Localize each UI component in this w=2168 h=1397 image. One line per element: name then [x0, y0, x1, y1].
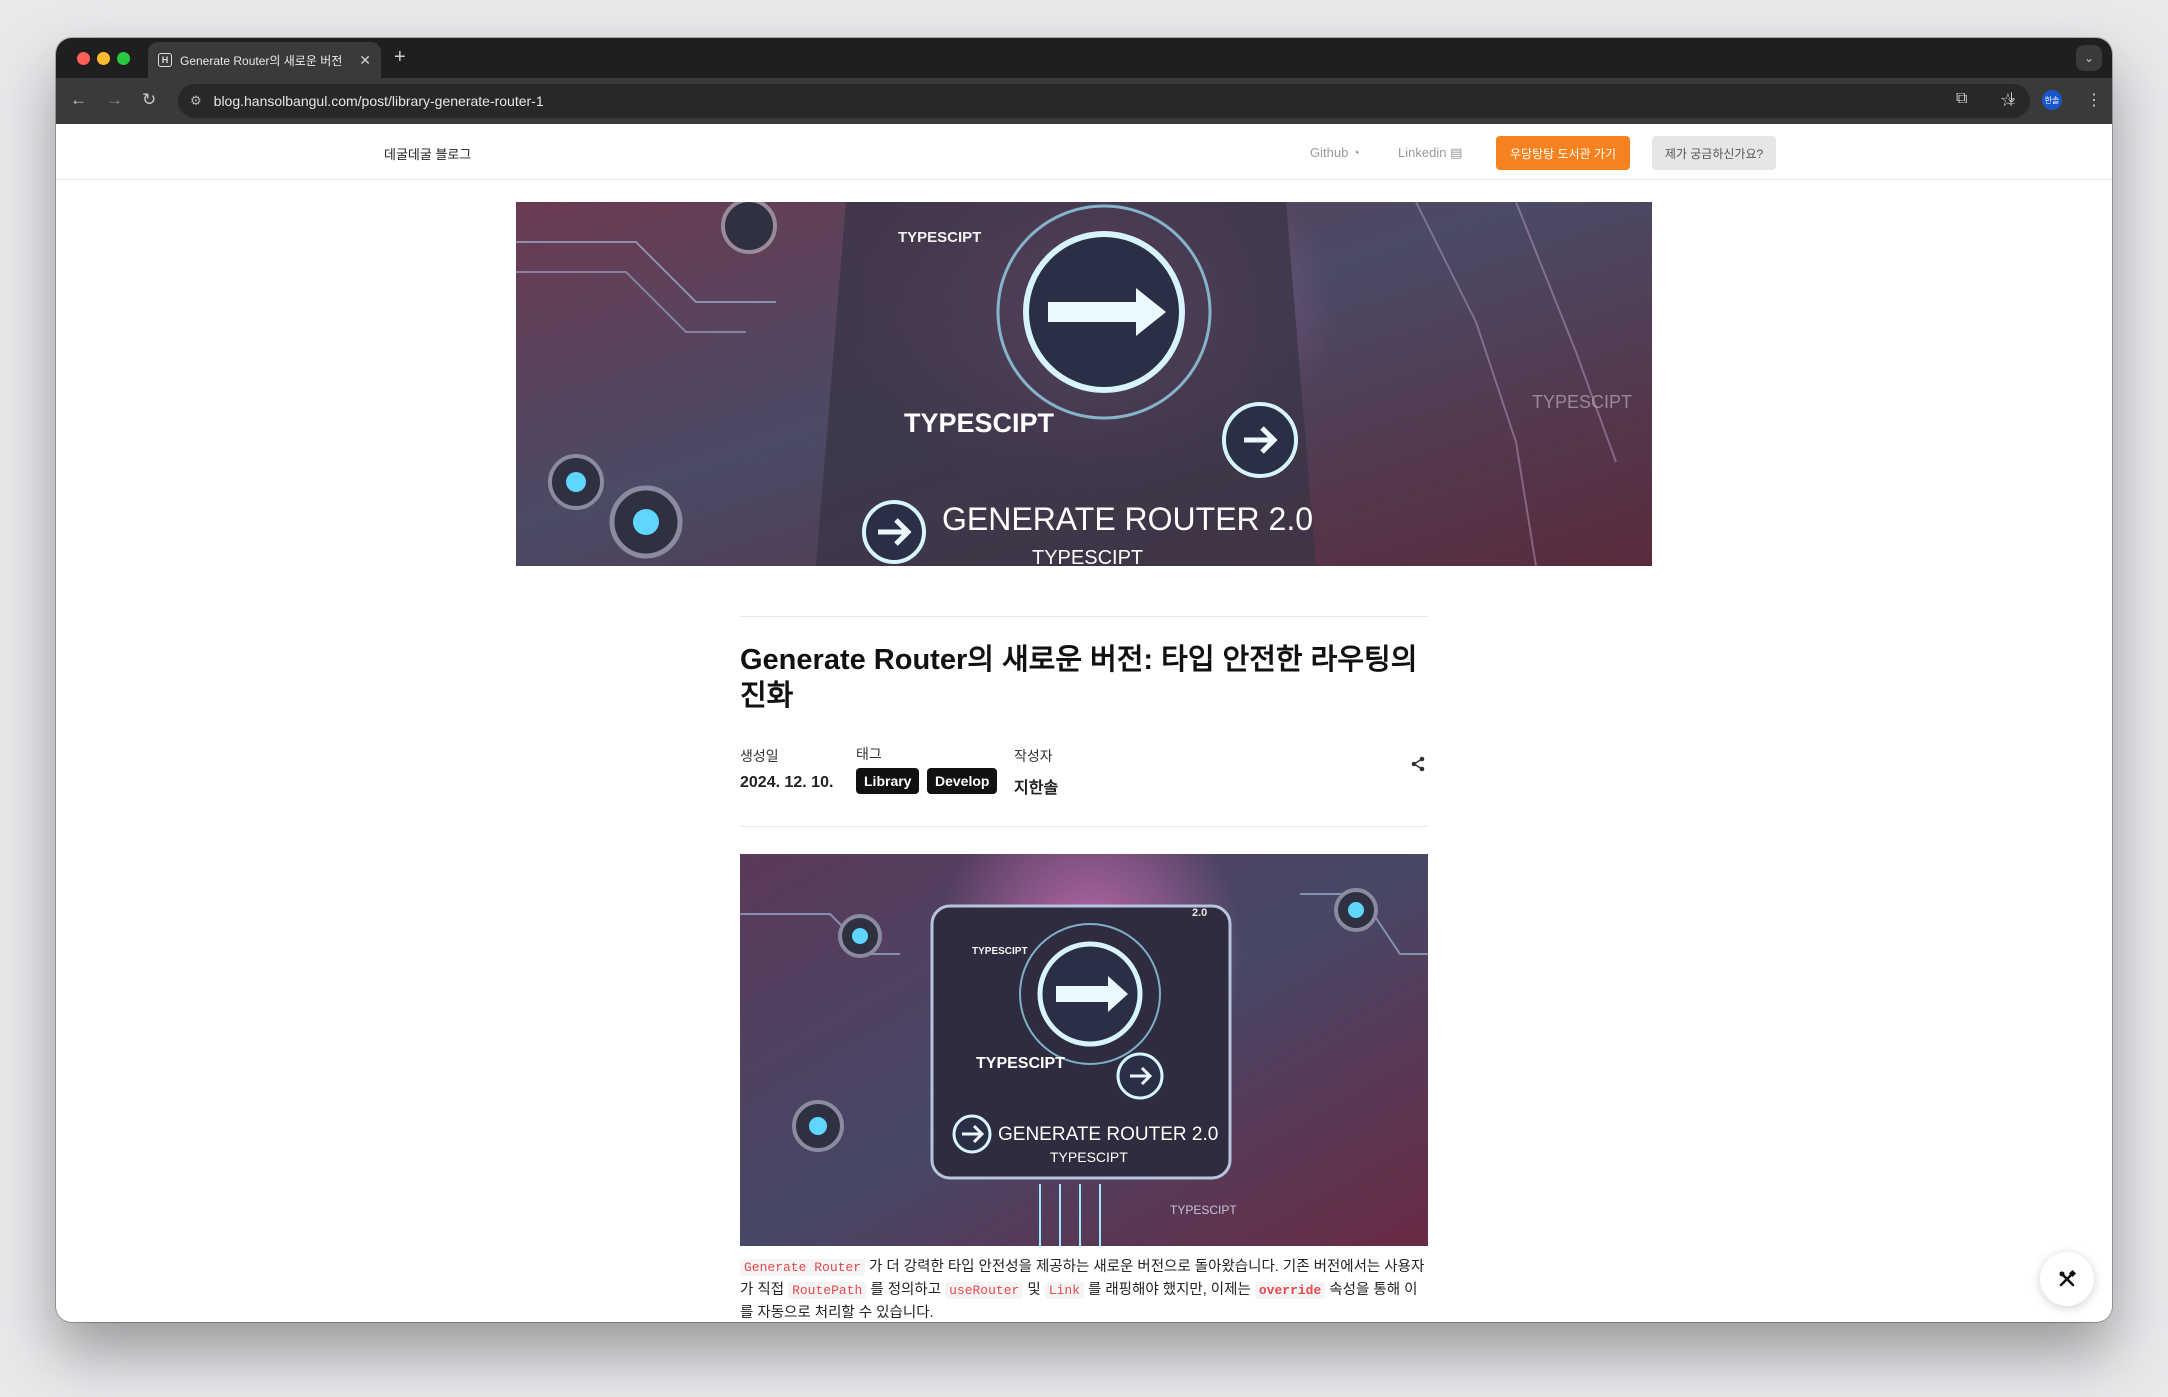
blog-brand-link[interactable]: 데굴데굴 블로그: [384, 144, 471, 163]
reload-icon[interactable]: ↻: [142, 90, 156, 110]
site-settings-icon[interactable]: ⚙: [190, 93, 202, 109]
code-generate-router: Generate Router: [740, 1259, 866, 1276]
tools-fab-button[interactable]: [2040, 1252, 2094, 1306]
content-image-text-3: GENERATE ROUTER 2.0: [998, 1124, 1218, 1145]
hero-image: TYPESCIPT TYPESCIPT GENERATE ROUTER 2.0 …: [516, 202, 1652, 566]
content-image-text-4: TYPESCIPT: [1050, 1149, 1128, 1165]
hero-text-1: TYPESCIPT: [898, 229, 981, 246]
profile-avatar[interactable]: 한솔: [2042, 90, 2062, 110]
post-intro-paragraph: Generate Router 가 더 강력한 타입 안전성을 제공하는 새로운…: [740, 1256, 1428, 1322]
github-label: Github: [1310, 145, 1349, 160]
browser-toolbar: ← → ↻ ⚙ blog.hansolbangul.com/post/libra…: [56, 78, 2112, 124]
hero-text-3: GENERATE ROUTER 2.0: [942, 501, 1313, 537]
title-top-divider: [740, 616, 1428, 617]
meta-bottom-divider: [740, 826, 1428, 827]
browser-window: H Generate Router의 새로운 버전 ✕ + ⌄ ← → ↻ ⚙ …: [56, 38, 2112, 1322]
tab-close-icon[interactable]: ✕: [359, 52, 371, 69]
forward-icon[interactable]: →: [106, 90, 123, 110]
tab-title: Generate Router의 새로운 버전: [180, 53, 343, 68]
share-icon[interactable]: [1410, 756, 1426, 772]
content-image-text-1: TYPESCIPT: [972, 946, 1028, 957]
browser-menu-icon[interactable]: ⋮: [2086, 90, 2102, 110]
content-image-text-5: TYPESCIPT: [1170, 1203, 1237, 1217]
code-link: Link: [1044, 1282, 1084, 1299]
intro-text-2: 를 정의하고: [866, 1282, 946, 1298]
github-icon: ◔: [1351, 145, 1360, 160]
web-page: 데굴데굴 블로그 Github ◔ Linkedin ▤ 우당탕탕 도서관 가기…: [56, 124, 2112, 1322]
extensions-icon[interactable]: ⧉: [1956, 90, 1967, 108]
tag-library[interactable]: Library: [856, 768, 920, 794]
library-button[interactable]: 우당탕탕 도서관 가기: [1496, 136, 1630, 170]
created-label: 생성일: [740, 748, 779, 764]
linkedin-icon: ▤: [1450, 145, 1463, 160]
download-icon[interactable]: ⤓: [2008, 90, 2015, 108]
content-image-text-6: 2.0: [1192, 907, 1207, 919]
tab-search-chevron-icon[interactable]: ⌄: [2076, 45, 2102, 71]
url-text: blog.hansolbangul.com/post/library-gener…: [213, 93, 544, 109]
maximize-window-button[interactable]: [117, 52, 130, 65]
code-routepath: RoutePath: [788, 1282, 867, 1299]
site-favicon-icon: H: [158, 53, 172, 67]
hero-text-2: TYPESCIPT: [904, 408, 1055, 438]
content-image: TYPESCIPT TYPESCIPT GENERATE ROUTER 2.0 …: [740, 854, 1428, 1246]
created-value: 2024. 12. 10.: [740, 774, 834, 791]
github-link[interactable]: Github ◔: [1310, 145, 1360, 160]
linkedin-link[interactable]: Linkedin ▤: [1398, 145, 1462, 161]
hero-text-5: TYPESCIPT: [1532, 392, 1632, 412]
tools-icon: [2059, 1269, 2077, 1287]
browser-tab-active[interactable]: H Generate Router의 새로운 버전 ✕: [148, 42, 381, 78]
site-header: 데굴데굴 블로그 Github ◔ Linkedin ▤ 우당탕탕 도서관 가기…: [56, 124, 2112, 180]
tab-strip: H Generate Router의 새로운 버전 ✕ + ⌄: [56, 38, 2112, 78]
content-image-text-2: TYPESCIPT: [976, 1055, 1065, 1072]
intro-text-3: 및: [1023, 1282, 1045, 1298]
author-value: 지한솔: [1014, 780, 1059, 797]
back-icon[interactable]: ←: [70, 90, 87, 110]
tag-develop[interactable]: Develop: [927, 768, 998, 794]
post-title: Generate Router의 새로운 버전: 타입 안전한 라우팅의 진화: [740, 644, 1418, 712]
new-tab-icon[interactable]: +: [394, 46, 406, 69]
address-bar[interactable]: ⚙ blog.hansolbangul.com/post/library-gen…: [178, 84, 2030, 118]
question-button[interactable]: 제가 궁금하신가요?: [1652, 136, 1776, 170]
code-userouter: useRouter: [945, 1282, 1024, 1299]
intro-text-4: 를 래핑해야 했지만, 이제는: [1083, 1282, 1255, 1298]
tags-label: 태그: [856, 746, 882, 762]
author-label: 작성자: [1014, 748, 1053, 764]
close-window-button[interactable]: [77, 52, 90, 65]
linkedin-label: Linkedin: [1398, 145, 1447, 160]
minimize-window-button[interactable]: [97, 52, 110, 65]
code-override: override: [1254, 1282, 1326, 1299]
hero-text-4: TYPESCIPT: [1032, 547, 1143, 566]
